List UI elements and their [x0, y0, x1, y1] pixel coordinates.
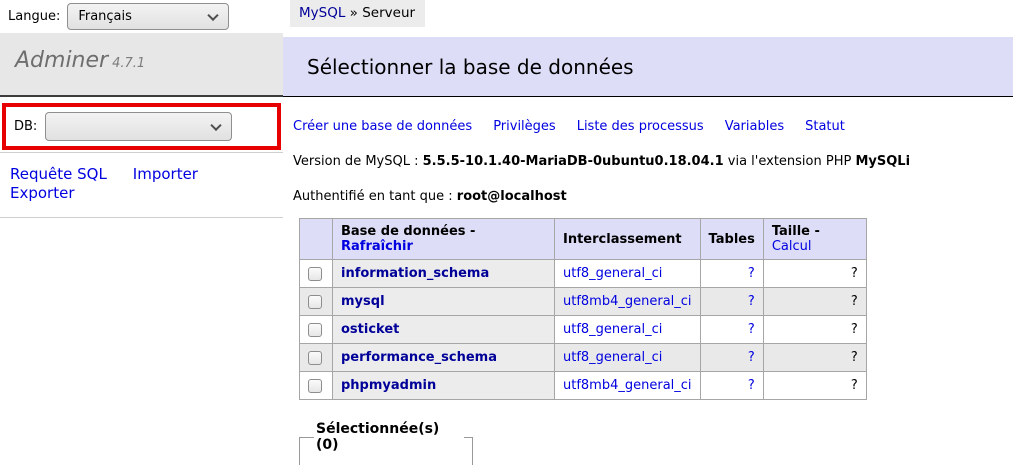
- action-privileges[interactable]: Privilèges: [493, 119, 556, 134]
- breadcrumb-separator: »: [350, 5, 358, 21]
- database-name-cell: phpmyadmin: [333, 372, 555, 400]
- row-checkbox[interactable]: [308, 379, 322, 393]
- size-cell: ?: [763, 288, 866, 316]
- sidebar-link-import[interactable]: Importer: [133, 165, 198, 183]
- header-size: Taille - Calcul: [763, 219, 866, 260]
- size-cell: ?: [763, 372, 866, 400]
- database-link[interactable]: phpmyadmin: [341, 378, 436, 393]
- row-checkbox[interactable]: [308, 295, 322, 309]
- action-process-list[interactable]: Liste des processus: [577, 119, 704, 134]
- row-checkbox-cell: [300, 288, 333, 316]
- row-checkbox[interactable]: [308, 267, 322, 281]
- row-checkbox-cell: [300, 316, 333, 344]
- app-logo: Adminer 4.7.1: [0, 33, 283, 97]
- action-variables[interactable]: Variables: [725, 119, 784, 134]
- collation-cell: utf8_general_ci: [555, 260, 701, 288]
- collation-link[interactable]: utf8_general_ci: [563, 322, 662, 337]
- tables-count-link[interactable]: ?: [748, 266, 755, 281]
- database-link[interactable]: information_schema: [341, 266, 489, 281]
- adminer-logo-link[interactable]: Adminer: [15, 48, 108, 73]
- header-database: Base de données - Rafraîchir: [333, 219, 555, 260]
- database-name-cell: information_schema: [333, 260, 555, 288]
- database-row: mysql utf8mb4_general_ci ? ?: [300, 288, 867, 316]
- tables-count-cell: ?: [700, 372, 763, 400]
- collation-link[interactable]: utf8mb4_general_ci: [563, 378, 692, 393]
- tables-count-link[interactable]: ?: [748, 294, 755, 309]
- db-select[interactable]: [45, 112, 232, 141]
- database-name-cell: osticket: [333, 316, 555, 344]
- sidebar-divider: [0, 217, 283, 218]
- header-collation: Interclassement: [555, 219, 701, 260]
- header-checkbox-cell: [300, 219, 333, 260]
- database-link[interactable]: performance_schema: [341, 350, 497, 365]
- breadcrumb-server-link[interactable]: MySQL: [299, 5, 345, 21]
- database-row: osticket utf8_general_ci ? ?: [300, 316, 867, 344]
- action-status[interactable]: Statut: [805, 119, 845, 134]
- language-select[interactable]: Français: [67, 3, 229, 30]
- language-label: Langue:: [8, 9, 60, 24]
- action-create-database[interactable]: Créer une base de données: [293, 119, 472, 134]
- breadcrumb-current: Serveur: [362, 5, 415, 21]
- collation-link[interactable]: utf8_general_ci: [563, 266, 662, 281]
- tables-count-cell: ?: [700, 260, 763, 288]
- database-link[interactable]: osticket: [341, 322, 399, 337]
- sidebar-link-export[interactable]: Exporter: [10, 184, 75, 202]
- db-label: DB:: [14, 119, 37, 134]
- database-row: phpmyadmin utf8mb4_general_ci ? ?: [300, 372, 867, 400]
- app-version: 4.7.1: [112, 56, 145, 71]
- db-table-body: information_schema utf8_general_ci ? ? m…: [300, 260, 867, 400]
- size-cell: ?: [763, 316, 866, 344]
- row-checkbox[interactable]: [308, 351, 322, 365]
- collation-cell: utf8mb4_general_ci: [555, 372, 701, 400]
- row-checkbox-cell: [300, 260, 333, 288]
- sidebar-links: Requête SQL Importer Exporter: [0, 153, 283, 215]
- breadcrumb: MySQL » Serveur: [290, 0, 425, 27]
- db-select-highlight-annotation: DB:: [2, 103, 281, 150]
- language-row: Langue: Français: [0, 0, 283, 33]
- tables-count-link[interactable]: ?: [748, 378, 755, 393]
- header-tables: Tables: [700, 219, 763, 260]
- sidebar-link-sql-query[interactable]: Requête SQL: [10, 165, 107, 183]
- sidebar: Langue: Français Adminer 4.7.1 DB:: [0, 0, 283, 218]
- tables-count-link[interactable]: ?: [748, 350, 755, 365]
- collation-cell: utf8_general_ci: [555, 316, 701, 344]
- database-row: information_schema utf8_general_ci ? ?: [300, 260, 867, 288]
- mysql-version-value: 5.5.5-10.1.40-MariaDB-0ubuntu0.18.04.1: [423, 154, 724, 169]
- row-checkbox[interactable]: [308, 323, 322, 337]
- server-actions: Créer une base de données Privilèges Liste…: [293, 119, 1013, 134]
- mysql-version-line: Version de MySQL : 5.5.5-10.1.40-MariaDB…: [293, 154, 1013, 169]
- auth-line: Authentifié en tant que : root@localhost: [293, 189, 1013, 204]
- database-row: performance_schema utf8_general_ci ? ?: [300, 344, 867, 372]
- selected-fieldset: Sélectionnée(s) (0) Supprimer: [299, 421, 473, 465]
- tables-count-link[interactable]: ?: [748, 322, 755, 337]
- tables-count-cell: ?: [700, 316, 763, 344]
- tables-count-cell: ?: [700, 344, 763, 372]
- database-link[interactable]: mysql: [341, 294, 385, 309]
- main-content: MySQL » Serveur Sélectionner la base de …: [283, 0, 1013, 465]
- collation-cell: utf8mb4_general_ci: [555, 288, 701, 316]
- database-name-cell: mysql: [333, 288, 555, 316]
- row-checkbox-cell: [300, 344, 333, 372]
- size-cell: ?: [763, 260, 866, 288]
- title-band: Sélectionner la base de données: [283, 37, 1013, 97]
- page-title: Sélectionner la base de données: [307, 55, 1013, 79]
- collation-link[interactable]: utf8_general_ci: [563, 350, 662, 365]
- size-cell: ?: [763, 344, 866, 372]
- selected-legend: Sélectionnée(s) (0): [314, 421, 464, 453]
- php-extension-value: MySQLi: [855, 154, 910, 169]
- table-header-row: Base de données - Rafraîchir Interclasse…: [300, 219, 867, 260]
- refresh-link[interactable]: Rafraîchir: [341, 239, 413, 254]
- collation-link[interactable]: utf8mb4_general_ci: [563, 294, 692, 309]
- database-name-cell: performance_schema: [333, 344, 555, 372]
- databases-table: Base de données - Rafraîchir Interclasse…: [299, 218, 867, 400]
- row-checkbox-cell: [300, 372, 333, 400]
- auth-user: root@localhost: [457, 189, 567, 204]
- collation-cell: utf8_general_ci: [555, 344, 701, 372]
- compute-size-link[interactable]: Calcul: [772, 239, 812, 254]
- adminer-app: Langue: Français Adminer 4.7.1 DB:: [0, 0, 1013, 465]
- tables-count-cell: ?: [700, 288, 763, 316]
